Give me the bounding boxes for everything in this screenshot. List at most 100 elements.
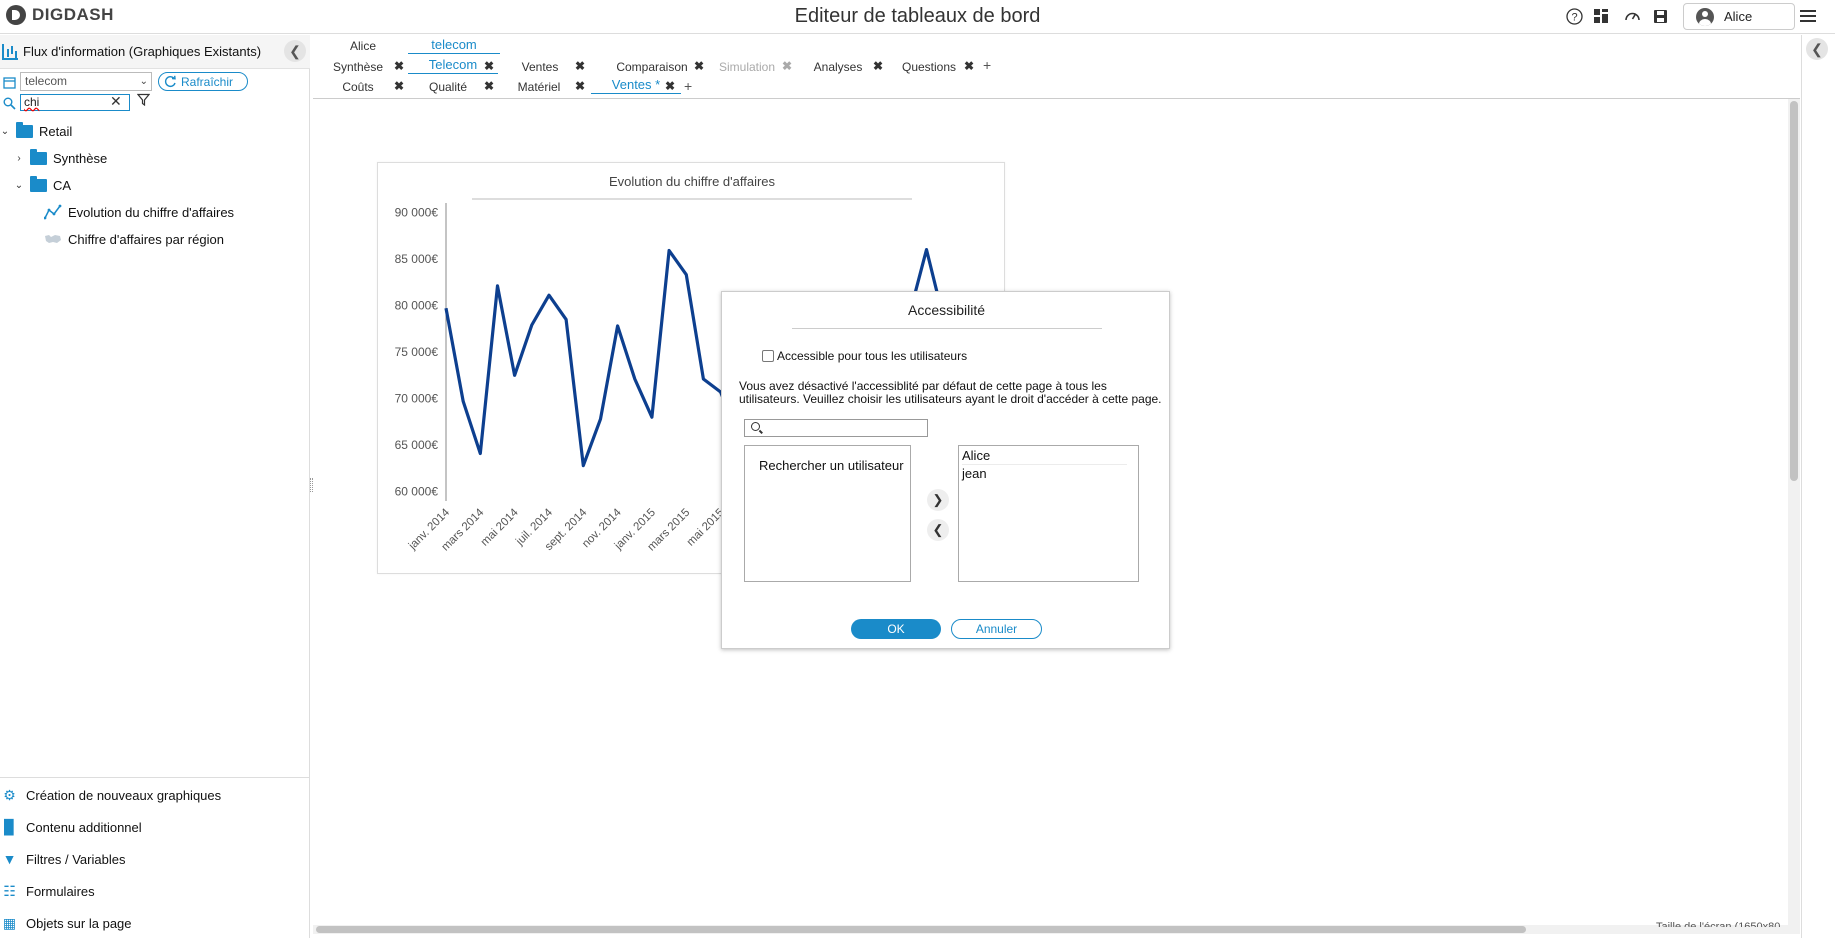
tab-comparaison[interactable]: Comparaison [610,58,694,76]
close-icon[interactable]: ✖ [873,59,883,73]
section-label: Filtres / Variables [26,851,126,867]
tree-label: Retail [39,123,73,139]
close-icon[interactable]: ✖ [484,59,494,73]
collapse-panel-button[interactable]: ❮ [284,40,306,62]
tree-item-retail[interactable]: ⌄ Retail [0,121,72,141]
filter-icon[interactable] [136,93,151,109]
y-tick-label: 60 000€ [395,485,439,499]
close-icon[interactable]: ✖ [484,79,494,93]
close-icon[interactable]: ✖ [394,59,404,73]
folder-icon [30,148,47,165]
app-title: Editeur de tableaux de bord [794,5,1041,27]
x-tick-label: mai 2014 [479,506,521,548]
chevron-down-icon[interactable]: ⌄ [14,180,24,191]
tree-label: Chiffre d'affaires par région [68,231,224,247]
save-icon[interactable] [1651,7,1669,25]
page-size-label: Taille de l'écran (1650x80 [1656,921,1781,927]
chevron-down-icon[interactable]: ⌄ [0,126,10,137]
source-select[interactable]: telecom ⌄ [20,72,152,91]
add-user-button[interactable]: ❯ [927,489,949,511]
accessible-all-checkbox[interactable] [762,350,774,362]
tab-ventes[interactable]: Ventes [505,58,575,76]
available-users-list[interactable]: Rechercher un utilisateur [744,445,911,582]
tab-synthese[interactable]: Synthèse [326,58,390,76]
tab-couts[interactable]: Coûts [334,78,382,96]
tab-materiel[interactable]: Matériel [510,78,568,96]
cancel-button[interactable]: Annuler [951,619,1042,639]
chart-bars-icon [2,43,18,60]
user-menu[interactable]: Alice [1683,3,1795,30]
list-item[interactable]: Alice [962,447,1127,465]
section-filters[interactable]: ▼ Filtres / Variables [0,846,310,872]
clear-search-icon[interactable]: ✕ [110,93,122,110]
section-page-objects[interactable]: ▦ Objets sur la page [0,910,310,936]
close-icon[interactable]: ✖ [782,59,792,73]
gauge-icon[interactable] [1623,7,1641,25]
tree-item-chart[interactable]: Evolution du chiffre d'affaires [44,202,234,222]
avatar-icon [1696,7,1714,26]
tab-simulation[interactable]: Simulation [712,58,782,76]
map-icon [45,235,61,243]
search-input-value: chi [24,95,40,109]
accessibility-dialog: Accessibilité Accessible pour tous les u… [721,291,1170,649]
section-additional-content[interactable]: ▉ Contenu additionnel [0,814,310,840]
funnel-icon: ▼ [2,851,17,867]
close-icon[interactable]: ✖ [665,79,675,93]
vertical-scrollbar[interactable] [1788,99,1800,929]
panel-title: Flux d'information (Graphiques Existants… [23,44,262,59]
dashboard-icon[interactable] [1592,7,1610,25]
selected-users-list[interactable]: Alice jean [958,445,1139,582]
search-icon [2,96,16,110]
tab-questions[interactable]: Questions [895,58,963,76]
list-item[interactable]: jean [962,465,1127,483]
splitter-handle[interactable] [310,478,313,492]
close-icon[interactable]: ✖ [394,79,404,93]
tab-alice[interactable]: Alice [338,37,388,55]
svg-text:?: ? [1571,11,1577,23]
line-chart-icon [44,204,62,220]
divider [792,328,1102,329]
checkbox-label[interactable]: Accessible pour tous les utilisateurs [777,349,967,363]
right-panel-collapsed [1801,35,1835,938]
section-new-charts[interactable]: ⚙ Création de nouveaux graphiques [0,782,310,808]
expand-panel-button[interactable]: ❮ [1806,38,1828,60]
tree-item-chart[interactable]: Chiffre d'affaires par région [44,229,224,249]
tab-analyses[interactable]: Analyses [808,58,868,76]
tree-item-synthese[interactable]: › Synthèse [14,148,107,168]
close-icon[interactable]: ✖ [694,59,704,73]
panel-header: Flux d'information (Graphiques Existants… [0,35,310,69]
horizontal-scrollbar[interactable] [313,925,1800,934]
grid-icon: ▦ [2,914,17,931]
scroll-thumb[interactable] [316,926,1526,933]
menu-icon[interactable] [1800,6,1820,26]
list-placeholder: Rechercher un utilisateur [759,458,904,473]
close-icon[interactable]: ✖ [575,59,585,73]
content-icon: ▉ [4,818,15,835]
help-icon[interactable]: ? [1565,7,1583,25]
tab-qualite[interactable]: Qualité [420,78,476,96]
top-bar: DIGDASH Editeur de tableaux de bord ? Al… [0,0,1835,34]
user-name: Alice [1724,9,1753,24]
add-tab-icon[interactable]: + [684,78,692,94]
y-tick-label: 80 000€ [395,298,439,312]
folder-icon [30,175,47,192]
tree-label: CA [53,177,72,193]
section-label: Formulaires [26,883,95,899]
tree-item-ca[interactable]: ⌄ CA [14,175,71,195]
add-tab-icon[interactable]: + [983,57,991,73]
dialog-info-text: Vous avez désactivé l'accessiblité par d… [739,379,1162,406]
refresh-button[interactable]: Rafraîchir [158,72,248,91]
close-icon[interactable]: ✖ [964,59,974,73]
remove-user-button[interactable]: ❮ [927,519,949,541]
section-forms[interactable]: ☷ Formulaires [0,878,310,904]
user-search-input[interactable] [744,419,928,437]
scroll-thumb[interactable] [1790,101,1798,481]
tree-label: Synthèse [53,150,108,166]
chevron-down-icon: ⌄ [139,76,148,87]
tab-telecom-role[interactable]: telecom [408,36,500,54]
ok-button[interactable]: OK [851,619,941,639]
refresh-label: Rafraîchir [181,74,234,89]
chart-title: Evolution du chiffre d'affaires [609,174,776,189]
close-icon[interactable]: ✖ [575,79,585,93]
chevron-right-icon[interactable]: › [14,153,24,164]
